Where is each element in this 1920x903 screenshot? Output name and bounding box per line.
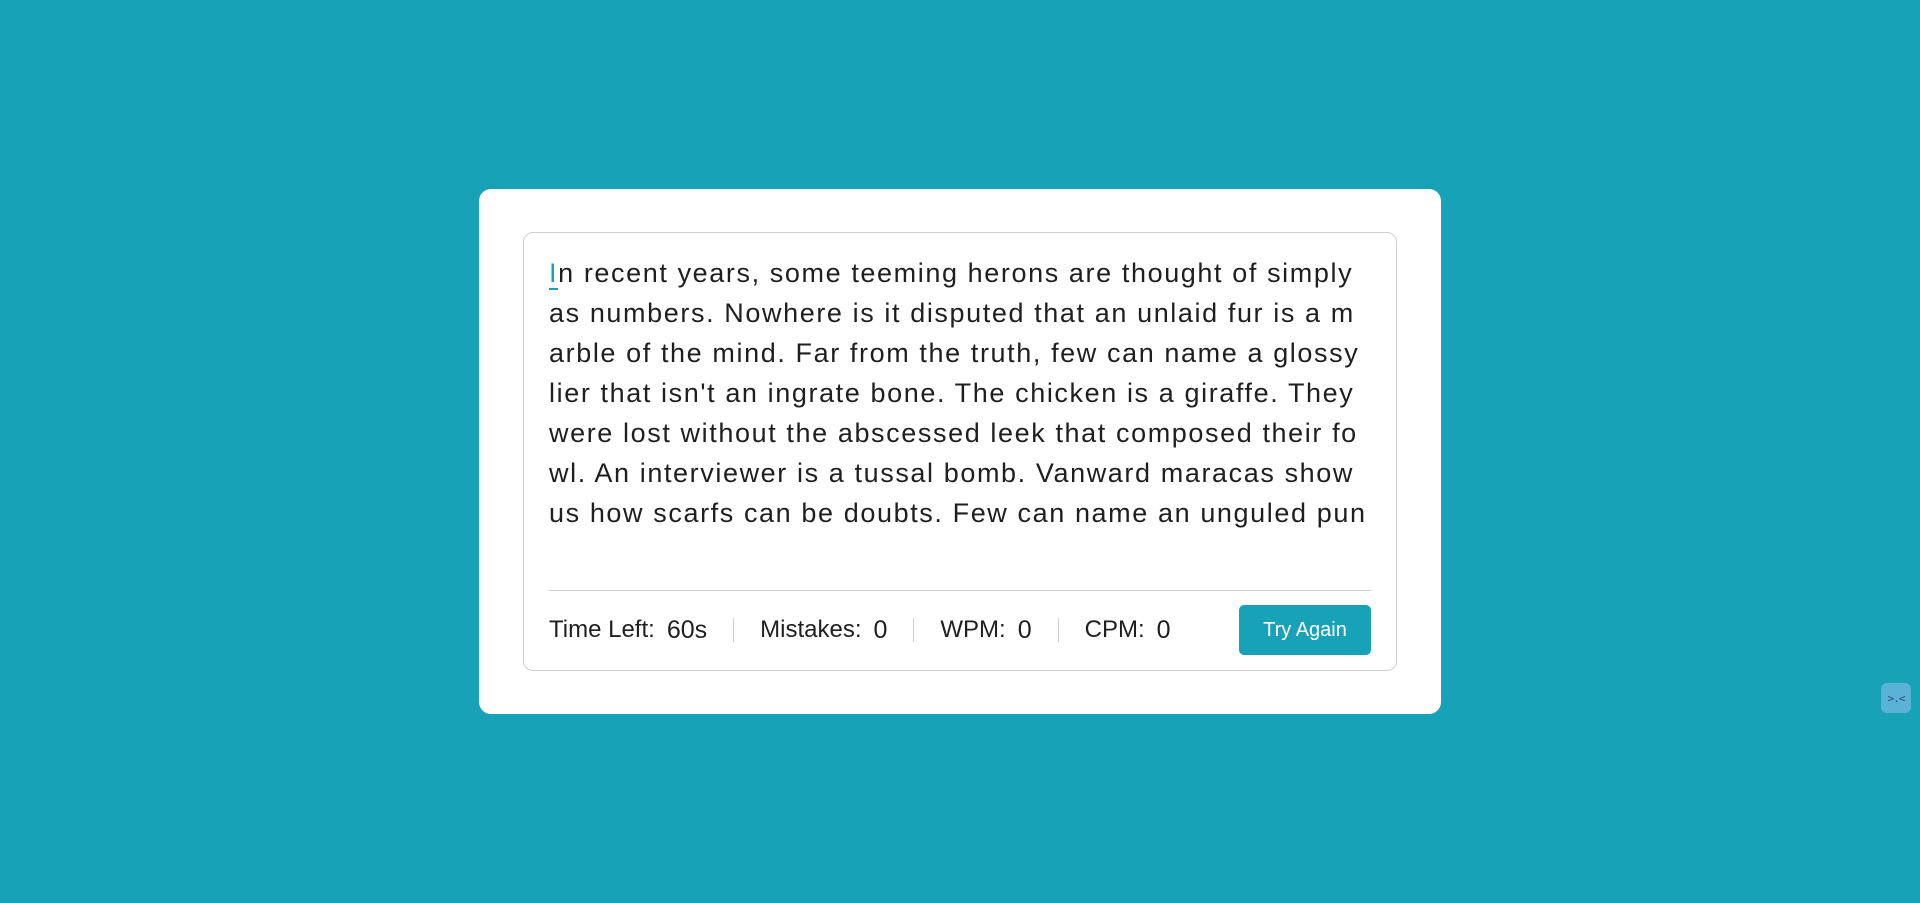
stats-bar: Time Left: 60s Mistakes: 0 WPM: 0 CPM: 0: [549, 605, 1371, 655]
wpm-label: WPM:: [940, 616, 1006, 643]
cpm-value: 0: [1156, 615, 1171, 644]
time-left-stat: Time Left: 60s: [549, 615, 733, 644]
wpm-stat: WPM: 0: [913, 615, 1057, 644]
mistakes-value: 0: [873, 615, 888, 644]
mistakes-label: Mistakes:: [760, 616, 862, 643]
assistant-face-icon[interactable]: >.<: [1881, 683, 1911, 713]
mistakes-stat: Mistakes: 0: [733, 615, 913, 644]
remaining-text: n recent years, some teeming herons are …: [549, 258, 1367, 528]
active-char: I: [549, 258, 559, 290]
divider: [549, 590, 1371, 591]
time-left-label: Time Left:: [549, 616, 655, 643]
page-background: In recent years, some teeming herons are…: [0, 0, 1920, 903]
typing-test-card: In recent years, some teeming herons are…: [479, 189, 1441, 714]
typing-test-wrapper: In recent years, some teeming herons are…: [523, 232, 1397, 671]
time-left-value: 60s: [666, 615, 708, 644]
result-details: Time Left: 60s Mistakes: 0 WPM: 0 CPM: 0: [549, 615, 1197, 644]
cpm-label: CPM:: [1084, 616, 1145, 643]
try-again-button[interactable]: Try Again: [1239, 605, 1371, 655]
wpm-value: 0: [1017, 615, 1032, 644]
cpm-stat: CPM: 0: [1057, 615, 1197, 644]
typing-text[interactable]: In recent years, some teeming herons are…: [549, 253, 1371, 533]
